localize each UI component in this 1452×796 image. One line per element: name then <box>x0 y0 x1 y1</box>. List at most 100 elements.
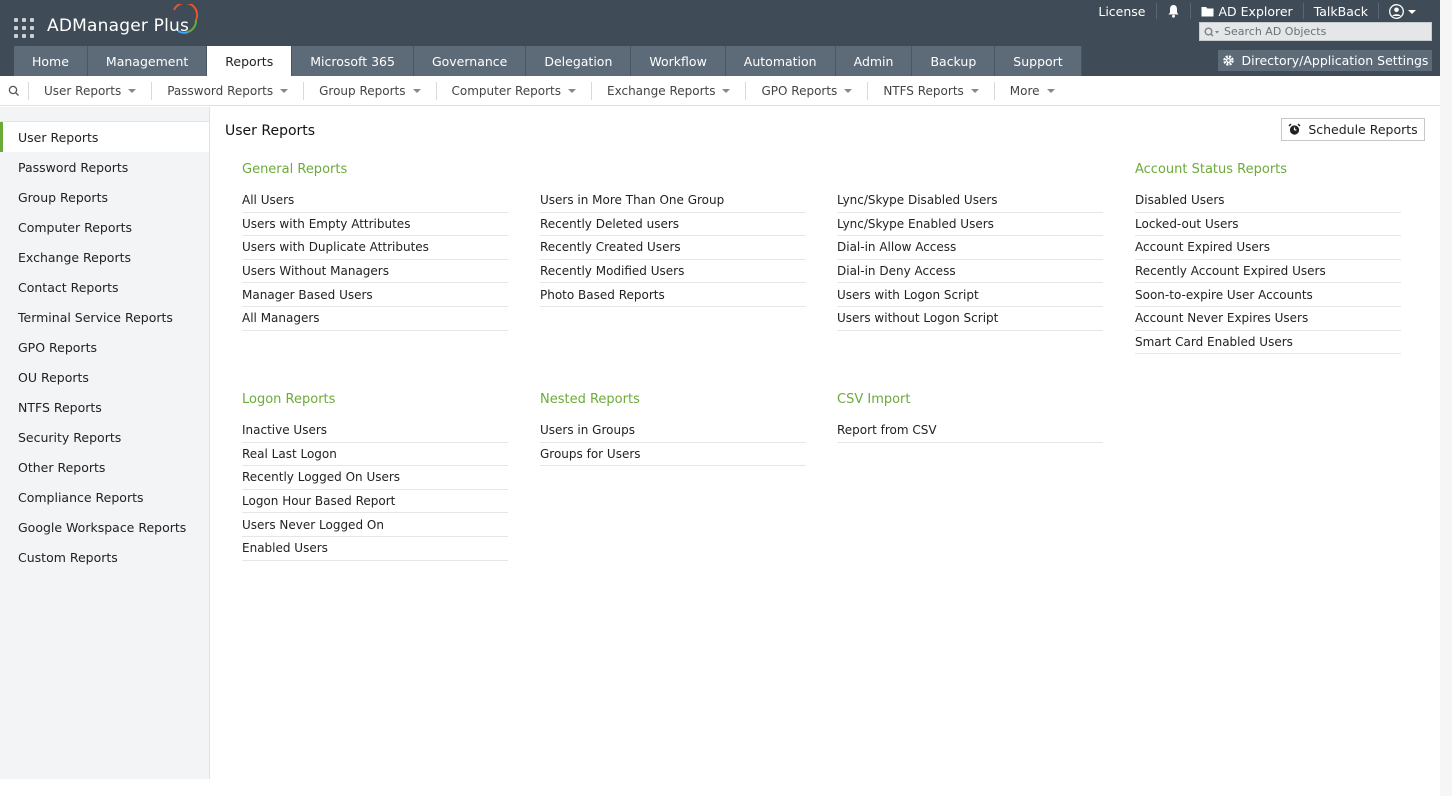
ad-explorer-link[interactable]: AD Explorer <box>1189 3 1303 19</box>
sidebar-item-security-reports[interactable]: Security Reports <box>0 422 209 452</box>
tab-backup[interactable]: Backup <box>912 46 996 76</box>
user-menu-button[interactable] <box>1378 3 1426 19</box>
subnav-label: Group Reports <box>319 83 406 98</box>
subnav-exchange-reports[interactable]: Exchange Reports <box>591 81 745 100</box>
report-link[interactable]: Inactive Users <box>242 419 508 443</box>
sidebar-item-google-workspace-reports[interactable]: Google Workspace Reports <box>0 512 209 542</box>
chevron-down-icon <box>568 89 576 93</box>
chevron-down-icon <box>970 89 979 93</box>
account-status-reports: Disabled Users Locked-out Users Account … <box>1135 189 1401 355</box>
report-link[interactable]: Dial-in Deny Access <box>837 260 1103 284</box>
report-link[interactable]: Enabled Users <box>242 537 508 561</box>
report-link[interactable]: Users with Empty Attributes <box>242 213 508 237</box>
search-input[interactable] <box>1224 25 1424 38</box>
sidebar-item-gpo-reports[interactable]: GPO Reports <box>0 332 209 362</box>
tab-automation[interactable]: Automation <box>725 46 836 76</box>
sidebar-item-terminal-service-reports[interactable]: Terminal Service Reports <box>0 302 209 332</box>
main-tabs: Home Management Reports Microsoft 365 Go… <box>14 46 1082 76</box>
report-link[interactable]: Users with Duplicate Attributes <box>242 236 508 260</box>
report-link[interactable]: Lync/Skype Enabled Users <box>837 213 1103 237</box>
nested-reports: Users in Groups Groups for Users <box>540 419 806 467</box>
report-link[interactable]: Account Never Expires Users <box>1135 307 1401 331</box>
tab-admin[interactable]: Admin <box>835 46 913 76</box>
sidebar-item-ou-reports[interactable]: OU Reports <box>0 362 209 392</box>
report-link[interactable]: Recently Created Users <box>540 236 806 260</box>
report-link[interactable]: Account Expired Users <box>1135 236 1401 260</box>
report-link[interactable]: Recently Modified Users <box>540 260 806 284</box>
subnav-password-reports[interactable]: Password Reports <box>151 81 303 100</box>
tab-delegation[interactable]: Delegation <box>526 46 632 76</box>
section-title-csv-import: CSV Import <box>837 392 911 407</box>
report-link[interactable]: Recently Logged On Users <box>242 466 508 490</box>
sidebar-item-group-reports[interactable]: Group Reports <box>0 182 209 212</box>
folder-icon <box>1201 6 1213 16</box>
chevron-down-icon <box>844 89 853 93</box>
report-link[interactable]: Smart Card Enabled Users <box>1135 331 1401 355</box>
page-title: User Reports <box>225 123 316 139</box>
report-link[interactable]: Users Never Logged On <box>242 513 508 537</box>
report-link[interactable]: Soon-to-expire User Accounts <box>1135 283 1401 307</box>
sidebar-item-contact-reports[interactable]: Contact Reports <box>0 272 209 302</box>
tab-reports[interactable]: Reports <box>207 46 293 76</box>
report-link[interactable]: Users in More Than One Group <box>540 189 806 213</box>
report-link[interactable]: Locked-out Users <box>1135 213 1401 237</box>
license-label: License <box>1098 3 1146 19</box>
ad-explorer-label: AD Explorer <box>1218 3 1293 19</box>
tab-home[interactable]: Home <box>14 46 88 76</box>
report-link[interactable]: Users Without Managers <box>242 260 508 284</box>
sidebar: User Reports Password Reports Group Repo… <box>0 107 210 779</box>
report-link[interactable]: Users with Logon Script <box>837 283 1103 307</box>
report-link[interactable]: All Users <box>242 189 508 213</box>
directory-settings-button[interactable]: Directory/Application Settings <box>1218 50 1432 71</box>
sidebar-item-exchange-reports[interactable]: Exchange Reports <box>0 242 209 272</box>
report-link[interactable]: Dial-in Allow Access <box>837 236 1103 260</box>
subnav-gpo-reports[interactable]: GPO Reports <box>745 81 867 100</box>
settings-label: Directory/Application Settings <box>1241 53 1429 68</box>
report-link[interactable]: All Managers <box>242 307 508 331</box>
subnav-ntfs-reports[interactable]: NTFS Reports <box>867 81 993 100</box>
logon-reports: Inactive Users Real Last Logon Recently … <box>242 419 508 561</box>
report-link[interactable]: Real Last Logon <box>242 443 508 467</box>
report-link[interactable]: Users without Logon Script <box>837 307 1103 331</box>
subnav-computer-reports[interactable]: Computer Reports <box>435 81 592 100</box>
report-link[interactable]: Recently Deleted users <box>540 213 806 237</box>
report-link[interactable]: Disabled Users <box>1135 189 1401 213</box>
report-link[interactable]: Report from CSV <box>837 419 1103 443</box>
quick-search-icon[interactable] <box>0 85 28 97</box>
sidebar-item-computer-reports[interactable]: Computer Reports <box>0 212 209 242</box>
section-title-account-status: Account Status Reports <box>1135 162 1288 177</box>
report-link[interactable]: Recently Account Expired Users <box>1135 260 1401 284</box>
ad-objects-search[interactable] <box>1199 22 1432 41</box>
talkback-link[interactable]: TalkBack <box>1302 3 1378 19</box>
subnav-group-reports[interactable]: Group Reports <box>303 81 435 100</box>
tab-management[interactable]: Management <box>87 46 208 76</box>
tab-support[interactable]: Support <box>995 46 1082 76</box>
subnav-label: Computer Reports <box>451 83 562 98</box>
tab-governance[interactable]: Governance <box>413 46 527 76</box>
report-link[interactable]: Groups for Users <box>540 443 806 467</box>
tab-microsoft-365[interactable]: Microsoft 365 <box>292 46 414 76</box>
sidebar-item-user-reports[interactable]: User Reports <box>0 122 209 152</box>
report-link[interactable]: Users in Groups <box>540 419 806 443</box>
notifications-button[interactable] <box>1155 3 1190 19</box>
app-grid-icon[interactable] <box>14 18 34 38</box>
sidebar-item-password-reports[interactable]: Password Reports <box>0 152 209 182</box>
sidebar-item-custom-reports[interactable]: Custom Reports <box>0 542 209 572</box>
main-content: User Reports Schedule Reports General Re… <box>210 107 1440 779</box>
report-link[interactable]: Manager Based Users <box>242 283 508 307</box>
sidebar-item-ntfs-reports[interactable]: NTFS Reports <box>0 392 209 422</box>
report-link[interactable]: Lync/Skype Disabled Users <box>837 189 1103 213</box>
sidebar-item-other-reports[interactable]: Other Reports <box>0 452 209 482</box>
chevron-down-icon <box>1408 9 1416 14</box>
sidebar-item-compliance-reports[interactable]: Compliance Reports <box>0 482 209 512</box>
report-link[interactable]: Logon Hour Based Report <box>242 490 508 514</box>
subnav-user-reports[interactable]: User Reports <box>28 81 151 100</box>
top-links: License AD Explorer TalkBack <box>1088 2 1426 20</box>
tab-workflow[interactable]: Workflow <box>631 46 726 76</box>
page-scrollbar[interactable] <box>1440 0 1452 796</box>
subnav-more[interactable]: More <box>993 81 1070 100</box>
schedule-reports-button[interactable]: Schedule Reports <box>1281 118 1425 141</box>
license-link[interactable]: License <box>1088 3 1155 19</box>
subnav-label: User Reports <box>44 83 122 98</box>
report-link[interactable]: Photo Based Reports <box>540 283 806 307</box>
